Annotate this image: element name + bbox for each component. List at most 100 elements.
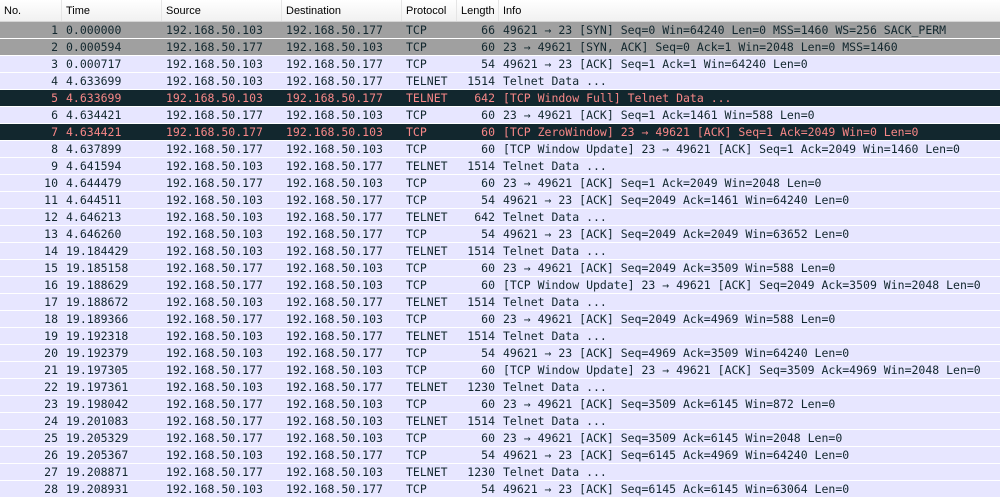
packet-row[interactable]: 7 4.634421 192.168.50.177 192.168.50.103 TCP… [0,124,1000,141]
packet-source: 192.168.50.177 [166,261,263,275]
packet-time: 19.184429 [66,244,129,258]
packet-protocol: TCP [406,227,427,241]
packet-row[interactable]: 19 19.192318 192.168.50.103 192.168.50.177 T… [0,328,1000,345]
packet-length: 54 [481,448,495,462]
packet-source: 192.168.50.103 [166,159,263,173]
packet-info: 23 → 49621 [ACK] Seq=2049 Ack=3509 Win=5… [503,261,836,275]
packet-source: 192.168.50.103 [166,482,263,496]
packet-row[interactable]: 21 19.197305 192.168.50.177 192.168.50.103 T… [0,362,1000,379]
packet-row[interactable]: 24 19.201083 192.168.50.177 192.168.50.103 T… [0,413,1000,430]
packet-row[interactable]: 14 19.184429 192.168.50.103 192.168.50.177 T… [0,243,1000,260]
packet-protocol: TCP [406,125,427,139]
packet-row[interactable]: 17 19.188672 192.168.50.103 192.168.50.177 T… [0,294,1000,311]
packet-row[interactable]: 8 4.637899 192.168.50.177 192.168.50.103 TCP… [0,141,1000,158]
packet-row[interactable]: 2 0.000594 192.168.50.177 192.168.50.103 TCP… [0,39,1000,56]
packet-info: 23 → 49621 [ACK] Seq=3509 Ack=6145 Win=8… [503,397,836,411]
packet-protocol: TELNET [406,380,448,394]
packet-source: 192.168.50.103 [166,23,263,37]
packet-info: 49621 → 23 [ACK] Seq=6145 Ack=4969 Win=6… [503,448,850,462]
packet-row[interactable]: 6 4.634421 192.168.50.177 192.168.50.103 TCP… [0,107,1000,124]
packet-destination: 192.168.50.103 [286,108,383,122]
packet-protocol: TELNET [406,465,448,479]
packet-source: 192.168.50.177 [166,397,263,411]
packet-time: 19.192318 [66,329,129,343]
packet-length: 60 [481,142,495,156]
packet-destination: 192.168.50.103 [286,397,383,411]
packet-protocol: TELNET [406,414,448,428]
packet-length: 60 [481,431,495,445]
packet-no: 28 [44,482,58,496]
packet-source: 192.168.50.177 [166,125,263,139]
column-header-destination[interactable]: Destination [282,0,402,21]
packet-row[interactable]: 5 4.633699 192.168.50.103 192.168.50.177 TEL… [0,90,1000,107]
packet-info: 49621 → 23 [SYN] Seq=0 Win=64240 Len=0 M… [503,23,947,37]
packet-time: 0.000717 [66,57,122,71]
packet-no: 26 [44,448,58,462]
packet-row[interactable]: 18 19.189366 192.168.50.177 192.168.50.103 T… [0,311,1000,328]
packet-protocol: TCP [406,431,427,445]
packet-destination: 192.168.50.177 [286,210,383,224]
column-header-protocol[interactable]: Protocol [402,0,457,21]
packet-row[interactable]: 27 19.208871 192.168.50.177 192.168.50.103 T… [0,464,1000,481]
packet-info: [TCP Window Full] Telnet Data ... [503,91,732,105]
packet-destination: 192.168.50.177 [286,346,383,360]
column-header-source[interactable]: Source [162,0,282,21]
packet-row[interactable]: 1 0.000000 192.168.50.103 192.168.50.177 TCP… [0,22,1000,39]
packet-protocol: TELNET [406,74,448,88]
packet-length: 54 [481,193,495,207]
packet-time: 19.188672 [66,295,129,309]
column-header-no[interactable]: No. [0,0,62,21]
packet-destination: 192.168.50.177 [286,227,383,241]
packet-source: 192.168.50.177 [166,363,263,377]
packet-protocol: TCP [406,57,427,71]
packet-no: 14 [44,244,58,258]
packet-row[interactable]: 20 19.192379 192.168.50.103 192.168.50.177 T… [0,345,1000,362]
packet-time: 4.634421 [66,125,122,139]
packet-row[interactable]: 11 4.644511 192.168.50.103 192.168.50.177 TC… [0,192,1000,209]
packet-list[interactable]: No. Time Source Destination Protocol Len… [0,0,1000,499]
packet-no: 19 [44,329,58,343]
packet-protocol: TCP [406,312,427,326]
packet-source: 192.168.50.103 [166,227,263,241]
packet-length: 60 [481,397,495,411]
packet-length: 54 [481,346,495,360]
packet-info: [TCP Window Update] 23 → 49621 [ACK] Seq… [503,142,960,156]
packet-length: 54 [481,57,495,71]
packet-row[interactable]: 3 0.000717 192.168.50.103 192.168.50.177 TCP… [0,56,1000,73]
packet-source: 192.168.50.177 [166,278,263,292]
packet-source: 192.168.50.103 [166,57,263,71]
packet-row[interactable]: 13 4.646260 192.168.50.103 192.168.50.177 TC… [0,226,1000,243]
column-header-length[interactable]: Length [457,0,499,21]
packet-info: 23 → 49621 [ACK] Seq=3509 Ack=6145 Win=2… [503,431,843,445]
packet-protocol: TCP [406,40,427,54]
packet-info: 23 → 49621 [ACK] Seq=1 Ack=1461 Win=588 … [503,108,815,122]
packet-info: Telnet Data ... [503,210,607,224]
packet-row[interactable]: 16 19.188629 192.168.50.177 192.168.50.103 T… [0,277,1000,294]
packet-row[interactable]: 25 19.205329 192.168.50.177 192.168.50.103 T… [0,430,1000,447]
packet-row[interactable]: 4 4.633699 192.168.50.103 192.168.50.177 TEL… [0,73,1000,90]
packet-row[interactable]: 23 19.198042 192.168.50.177 192.168.50.103 T… [0,396,1000,413]
packet-no: 8 [51,142,58,156]
packet-source: 192.168.50.103 [166,244,263,258]
packet-row[interactable]: 26 19.205367 192.168.50.103 192.168.50.177 T… [0,447,1000,464]
column-header-info[interactable]: Info [499,0,1000,21]
packet-destination: 192.168.50.103 [286,261,383,275]
packet-row[interactable]: 15 19.185158 192.168.50.177 192.168.50.103 T… [0,260,1000,277]
packet-source: 192.168.50.103 [166,295,263,309]
packet-row[interactable]: 9 4.641594 192.168.50.103 192.168.50.177 TEL… [0,158,1000,175]
packet-info: Telnet Data ... [503,244,607,258]
packet-destination: 192.168.50.177 [286,482,383,496]
packet-row[interactable]: 28 19.208931 192.168.50.103 192.168.50.177 T… [0,481,1000,498]
column-header-time[interactable]: Time [62,0,162,21]
packet-row[interactable]: 12 4.646213 192.168.50.103 192.168.50.177 TE… [0,209,1000,226]
packet-info: Telnet Data ... [503,329,607,343]
packet-no: 1 [51,23,58,37]
packet-row[interactable]: 10 4.644479 192.168.50.177 192.168.50.103 TC… [0,175,1000,192]
packet-time: 0.000594 [66,40,122,54]
packet-row[interactable]: 22 19.197361 192.168.50.103 192.168.50.177 T… [0,379,1000,396]
packet-source: 192.168.50.103 [166,346,263,360]
packet-no: 22 [44,380,58,394]
packet-length: 1230 [467,465,495,479]
packet-destination: 192.168.50.103 [286,414,383,428]
packet-info: 23 → 49621 [ACK] Seq=1 Ack=2049 Win=2048… [503,176,822,190]
